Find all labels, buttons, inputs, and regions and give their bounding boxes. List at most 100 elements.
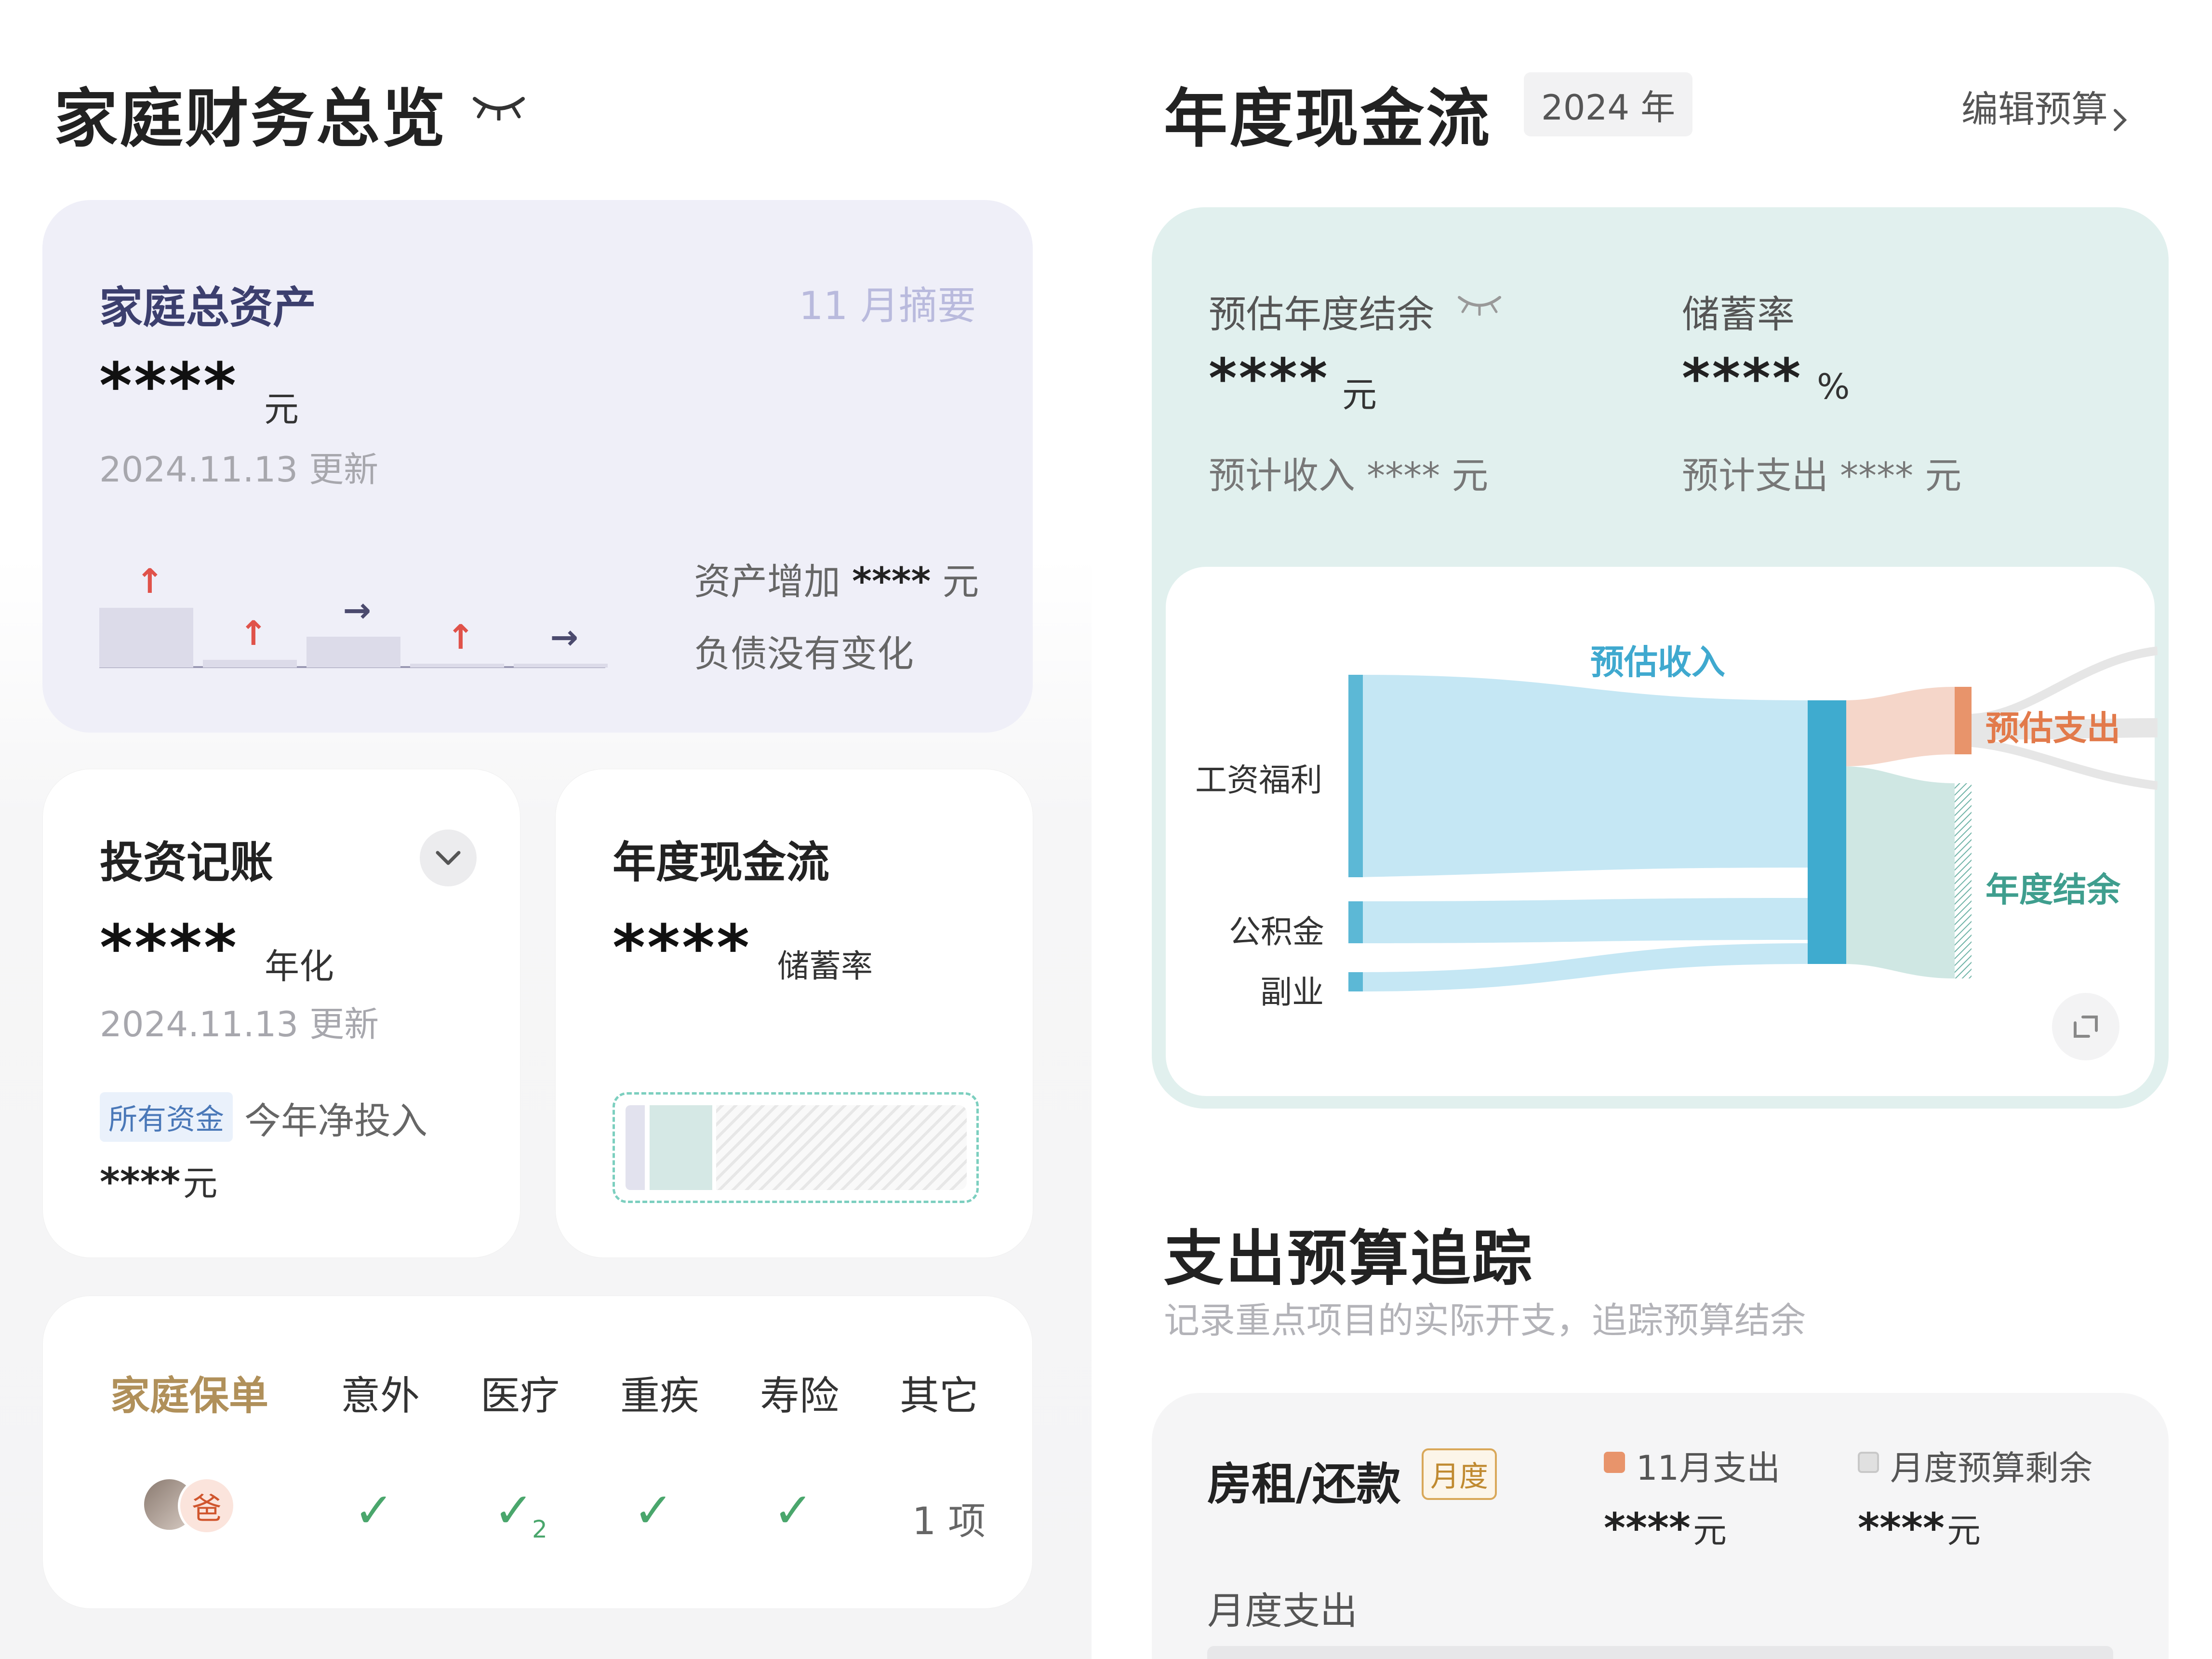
sankey-source-side-business: 副业 [1260, 974, 1324, 1011]
estimated-expense-text: 预计支出 **** 元 [1682, 454, 1962, 497]
page-title: 家庭财务总览 [54, 82, 447, 156]
flow-salary [1358, 675, 1808, 877]
arrow-right-icon: → [343, 590, 372, 630]
estimated-income-text: 预计收入 **** 元 [1209, 454, 1489, 497]
savings-segment-saved [650, 1105, 712, 1190]
investment-title: 投资记账 [100, 837, 273, 888]
trend-bar [203, 660, 297, 668]
savings-rate-value: **** [1682, 348, 1803, 410]
assets-title: 家庭总资产 [99, 282, 316, 333]
budget-section-title: 支出预算追踪 [1164, 1224, 1534, 1294]
budget-spent-value: **** [1604, 1504, 1691, 1552]
budget-remaining-label: 月度预算剩余 [1890, 1448, 2092, 1488]
medical-count: 2 [532, 1515, 547, 1543]
cashflow-page-title: 年度现金流 [1164, 82, 1492, 156]
estimated-balance-label: 预估年度结余 [1209, 293, 1435, 336]
check-icon: ✓ [633, 1482, 674, 1539]
total-assets-card[interactable]: 家庭总资产 11 月摘要 **** 元 2024.11.13 更新 ↑ ↑ → ↑ → … [42, 200, 1033, 733]
expand-icon[interactable] [2052, 993, 2119, 1060]
node-income [1808, 700, 1846, 964]
node-side-business [1348, 972, 1363, 991]
chevron-down-icon [436, 851, 461, 865]
flow-housing-fund [1358, 898, 1808, 943]
net-invest-label: 今年净投入 [244, 1099, 427, 1142]
sankey-balance-label: 年度结余 [1985, 870, 2120, 910]
monthly-summary-link[interactable]: 11 月摘要 [799, 275, 976, 331]
family-insurance-card[interactable]: 家庭保单 意外 医疗 重疾 寿险 其它 爸 ✓ ✓ 2 ✓ ✓ 1 项 [42, 1296, 1033, 1609]
savings-progress-bar [613, 1092, 979, 1203]
node-housing-fund [1348, 901, 1363, 943]
net-invest-value: **** [100, 1160, 181, 1204]
member-badge[interactable]: 爸 [178, 1477, 236, 1535]
trend-bar [410, 664, 504, 668]
check-icon: ✓ [773, 1482, 813, 1539]
insurance-col-medical: 医疗 [480, 1373, 560, 1419]
insurance-col-life: 寿险 [760, 1373, 839, 1419]
sankey-income-label: 预估收入 [1590, 642, 1725, 682]
cashflow-mini-unit: 储蓄率 [777, 948, 873, 985]
chevron-right-icon [2114, 108, 2127, 131]
sankey-expense-label: 预估支出 [1985, 709, 2120, 748]
sankey-source-salary: 工资福利 [1195, 762, 1322, 799]
budget-item-tag: 月度 [1422, 1448, 1497, 1500]
sankey-source-housing-fund: 公积金 [1229, 913, 1324, 950]
legend-remaining-swatch [1858, 1452, 1879, 1473]
investment-updated: 2024.11.13 更新 [100, 1004, 379, 1044]
year-selector[interactable]: 2024 年 [1524, 72, 1693, 136]
node-expense [1955, 687, 1972, 754]
expand-dropdown-button[interactable] [420, 830, 477, 886]
edit-budget-label: 编辑预算 [1961, 88, 2108, 131]
asset-increase-label: 资产增加 [694, 560, 840, 603]
assets-value: **** [99, 349, 238, 422]
node-salary [1348, 675, 1363, 877]
estimated-balance-unit: 元 [1342, 375, 1377, 415]
check-icon: ✓ [354, 1482, 394, 1539]
eye-closed-icon[interactable] [1455, 292, 1504, 316]
savings-rate-label: 储蓄率 [1682, 293, 1795, 336]
trend-bar [306, 637, 400, 668]
budget-remaining-row: **** 元 [1858, 1504, 1981, 1552]
other-count[interactable]: 1 项 [901, 1491, 997, 1545]
insurance-title: 家庭保单 [110, 1373, 269, 1419]
insurance-col-other: 其它 [899, 1373, 979, 1419]
liability-text: 负债没有变化 [694, 632, 914, 675]
budget-item-title: 房租/还款 [1207, 1458, 1401, 1510]
investment-value: **** [100, 911, 239, 984]
insurance-col-accident: 意外 [340, 1373, 420, 1419]
budget-remaining-unit: 元 [1947, 1511, 1981, 1551]
savings-rate-unit: % [1817, 366, 1850, 407]
investment-card[interactable]: 投资记账 **** 年化 2024.11.13 更新 所有资金 今年净投入 **… [42, 769, 520, 1258]
assets-unit: 元 [264, 389, 299, 429]
estimated-balance-value: **** [1209, 348, 1330, 410]
arrow-right-icon: → [550, 617, 579, 657]
net-invest-row: **** 元 [100, 1155, 217, 1205]
budget-spent-unit: 元 [1693, 1511, 1727, 1551]
flow-side-business [1358, 943, 1808, 991]
flow-balance [1844, 766, 1955, 978]
asset-increase-value: **** [852, 560, 931, 603]
trend-bar [99, 608, 193, 668]
savings-segment-remaining [716, 1105, 967, 1190]
cashflow-mini-card[interactable]: 年度现金流 **** 储蓄率 [555, 769, 1033, 1258]
monthly-expense-bar [1207, 1646, 2113, 1659]
asset-increase-unit: 元 [942, 560, 979, 603]
arrow-up-icon: ↑ [239, 614, 268, 653]
all-funds-tag[interactable]: 所有资金 [100, 1092, 233, 1142]
eye-closed-icon[interactable] [470, 92, 528, 120]
asset-increase-row: 资产增加 **** 元 [694, 552, 979, 605]
assets-updated: 2024.11.13 更新 [99, 449, 379, 490]
net-invest-unit: 元 [183, 1163, 218, 1204]
edit-budget-link[interactable]: 编辑预算 [1961, 80, 2130, 134]
left-panel: 家庭财务总览 家庭总资产 11 月摘要 **** 元 2024.11.13 更新… [0, 0, 1092, 1659]
insurance-col-critical: 重疾 [620, 1373, 699, 1419]
asset-trend-chart: ↑ ↑ → ↑ → [99, 537, 608, 668]
arrow-up-icon: ↑ [135, 562, 164, 601]
node-balance [1955, 783, 1972, 978]
legend-spent-swatch [1604, 1452, 1625, 1473]
investment-unit: 年化 [265, 946, 334, 987]
budget-section-subtitle: 记录重点项目的实际开支，追踪预算结余 [1164, 1300, 1806, 1341]
cashflow-mini-value: **** [613, 911, 751, 984]
cashflow-mini-title: 年度现金流 [613, 837, 829, 888]
savings-segment-expense [626, 1105, 645, 1190]
budget-remaining-value: **** [1858, 1504, 1945, 1552]
